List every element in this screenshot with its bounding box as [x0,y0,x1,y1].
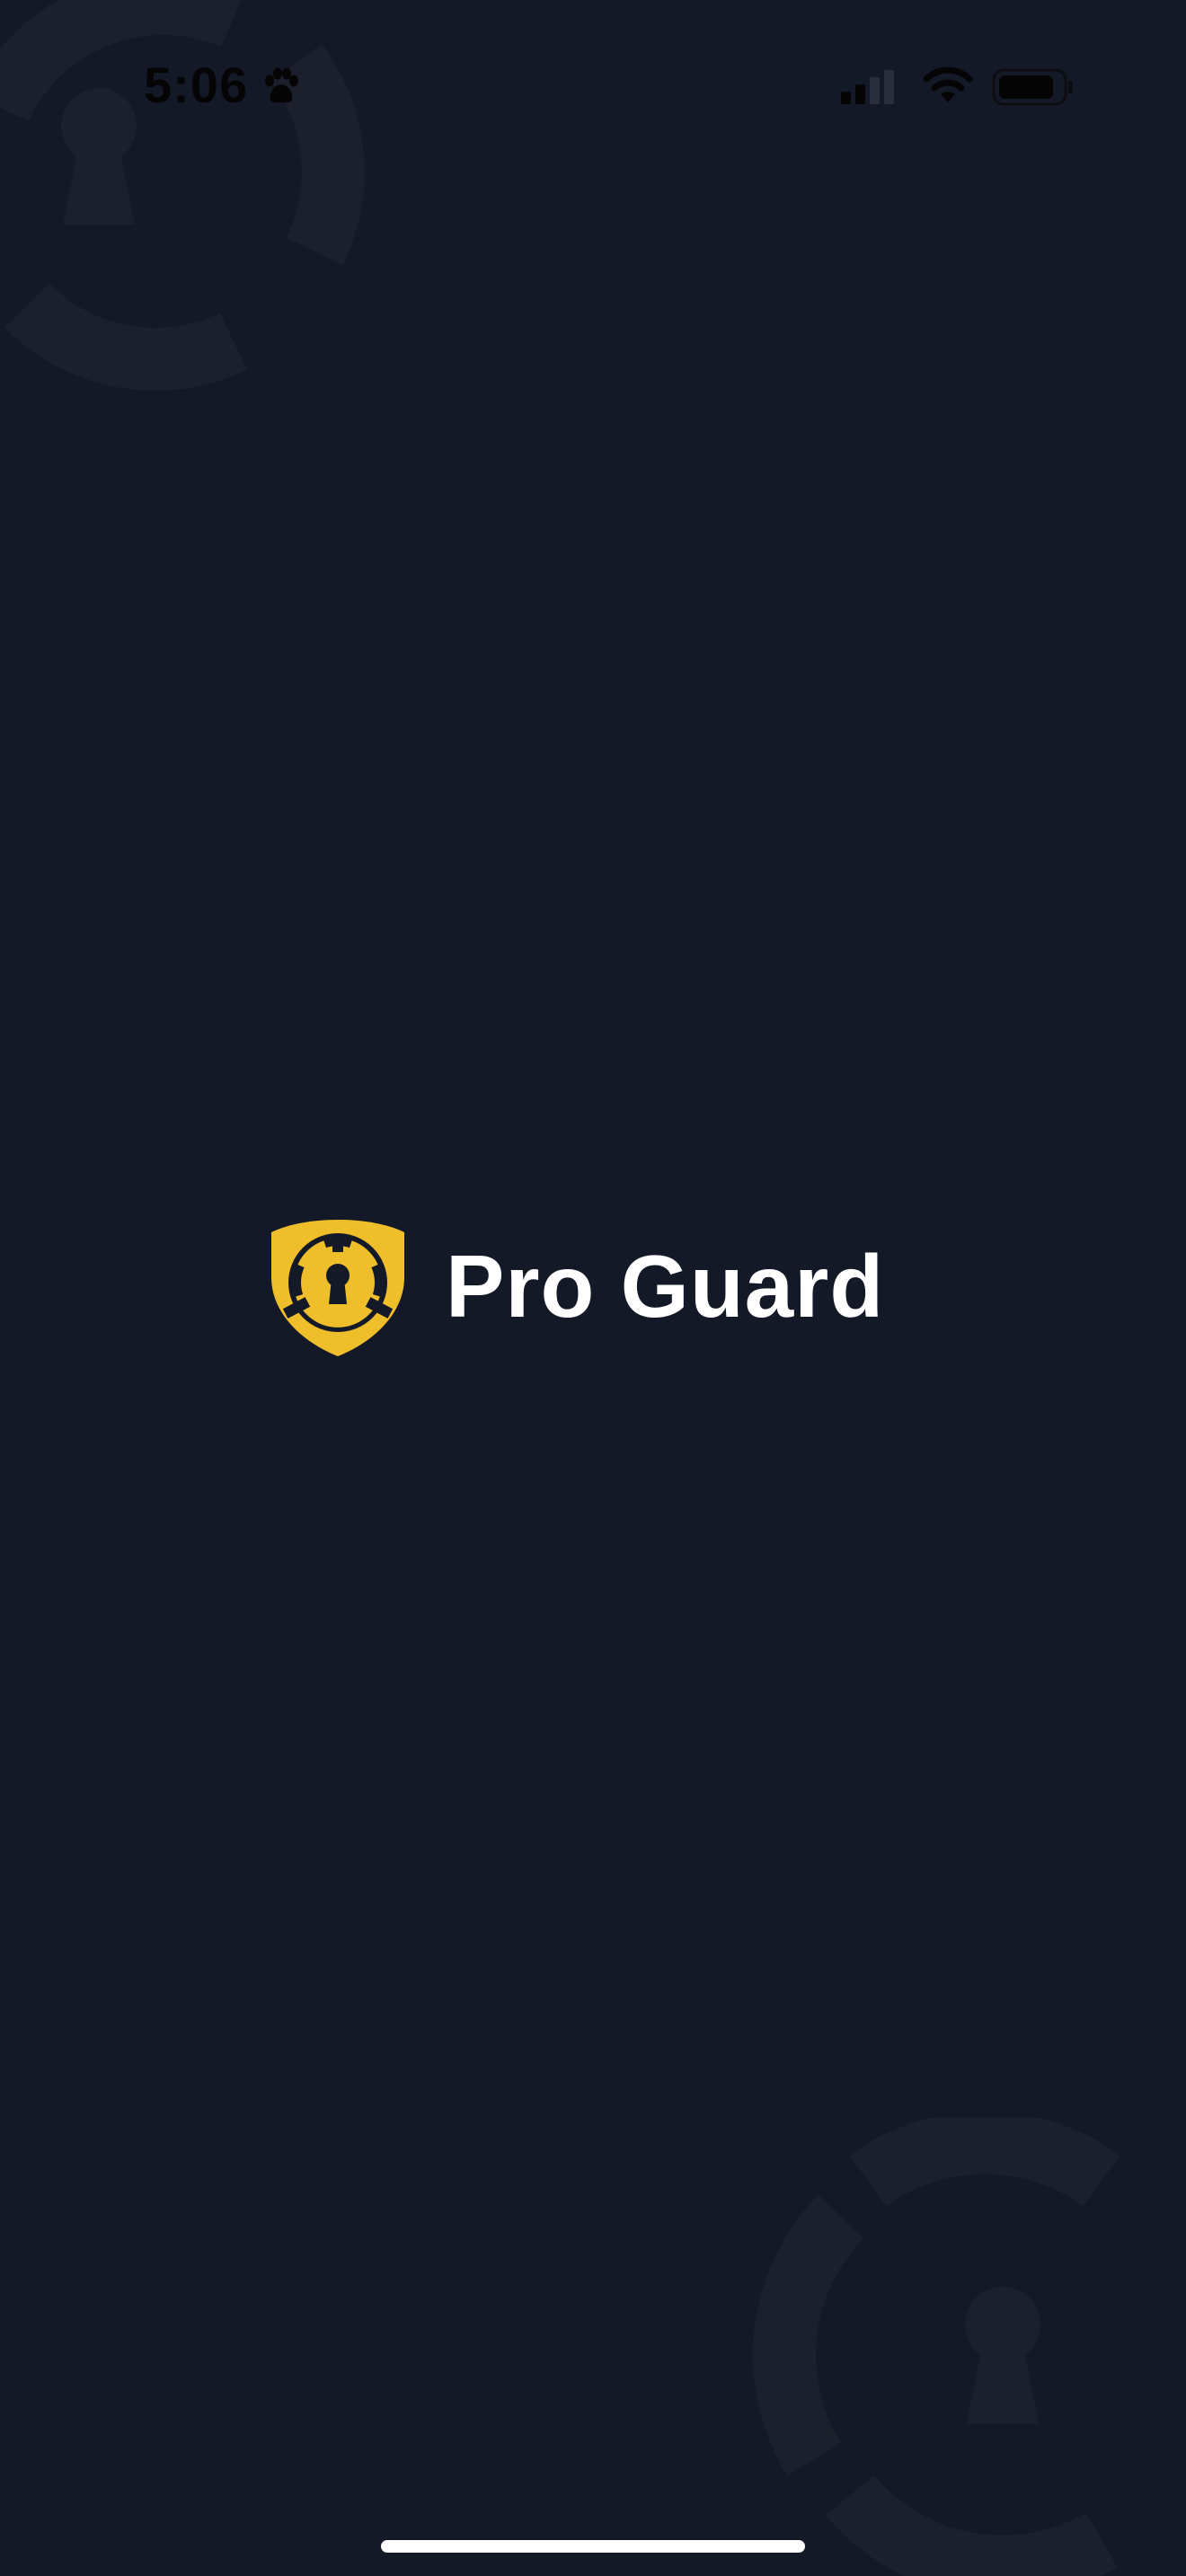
battery-icon [992,68,1073,106]
home-indicator[interactable] [381,2540,805,2553]
status-time: 5:06 [144,57,249,113]
wifi-icon [923,66,973,102]
paw-icon [265,67,298,103]
background-shield-watermark-bottom [724,2118,1186,2576]
splash-screen: 5:06 Pro Guard [0,0,1186,2576]
app-name: Pro Guard [446,1237,885,1336]
shield-keyhole-icon [271,1220,404,1356]
splash-logo: Pro Guard [266,1216,920,1360]
cellular-signal-icon [841,70,894,104]
status-bar: 5:06 [0,0,1186,171]
